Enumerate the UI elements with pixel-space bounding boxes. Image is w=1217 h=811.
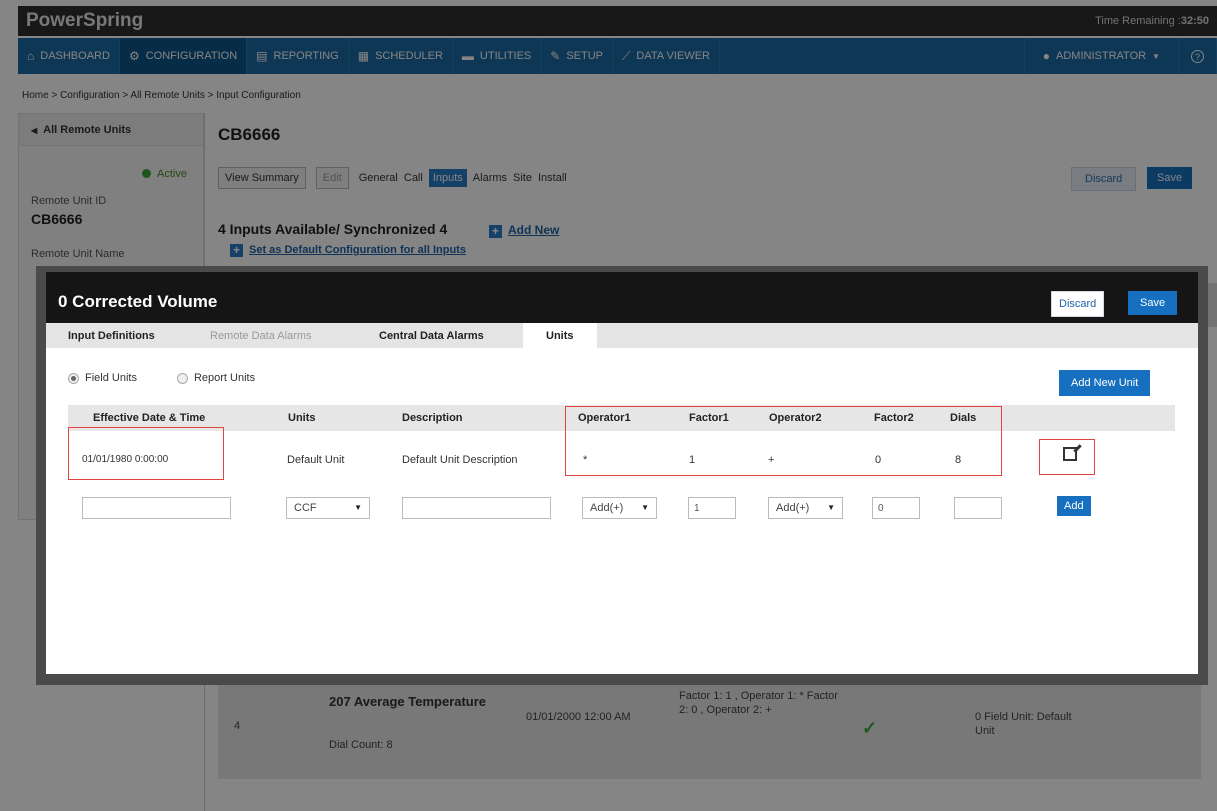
col-units: Units <box>288 412 316 424</box>
effective-date-input[interactable] <box>82 497 231 519</box>
cell-description: Default Unit Description <box>402 454 518 466</box>
modal-tabs: Input Definitions Remote Data Alarms Cen… <box>46 323 1198 348</box>
highlight-box-edit <box>1039 439 1095 475</box>
add-new-unit-button[interactable]: Add New Unit <box>1059 370 1151 396</box>
units-select-value: CCF <box>294 502 317 514</box>
modal-body: Input Definitions Remote Data Alarms Cen… <box>46 323 1198 674</box>
chevron-down-icon: ▼ <box>641 503 649 512</box>
factor2-input[interactable] <box>872 497 920 519</box>
units-radio-group: Field Units Report Units <box>68 372 255 384</box>
units-select[interactable]: CCF ▼ <box>286 497 370 519</box>
modal-save-button[interactable]: Save <box>1128 291 1178 315</box>
operator2-select[interactable]: Add(+) ▼ <box>768 497 843 519</box>
field-units-radio[interactable] <box>68 372 79 384</box>
highlight-box-date <box>68 427 224 480</box>
report-units-label: Report Units <box>193 372 256 384</box>
tab-input-definitions[interactable]: Input Definitions <box>68 323 155 348</box>
tab-units[interactable]: Units <box>523 323 597 348</box>
col-effective-date: Effective Date & Time <box>93 412 206 424</box>
operator1-select-value: Add(+) <box>590 502 624 514</box>
modal-discard-button[interactable]: Discard <box>1051 291 1105 317</box>
chevron-down-icon: ▼ <box>827 503 835 512</box>
col-description: Description <box>402 412 463 424</box>
dials-input[interactable] <box>954 497 1002 519</box>
chevron-down-icon: ▼ <box>354 503 362 512</box>
report-units-radio[interactable] <box>176 372 188 384</box>
field-units-label: Field Units <box>85 372 137 384</box>
description-input[interactable] <box>402 497 551 519</box>
unit-config-modal: 0 Corrected Volume Discard Save Input De… <box>36 266 1208 685</box>
factor1-input[interactable] <box>688 497 736 519</box>
tab-central-data-alarms[interactable]: Central Data Alarms <box>379 323 484 348</box>
operator1-select[interactable]: Add(+) ▼ <box>582 497 657 519</box>
modal-title: 0 Corrected Volume <box>58 292 218 311</box>
operator2-select-value: Add(+) <box>776 502 810 514</box>
tab-remote-data-alarms[interactable]: Remote Data Alarms <box>210 323 311 348</box>
highlight-box-factors <box>565 406 1002 476</box>
cell-units: Default Unit <box>287 454 345 466</box>
add-row-button[interactable]: Add <box>1057 496 1091 516</box>
modal-header: 0 Corrected Volume Discard Save <box>46 272 1198 323</box>
